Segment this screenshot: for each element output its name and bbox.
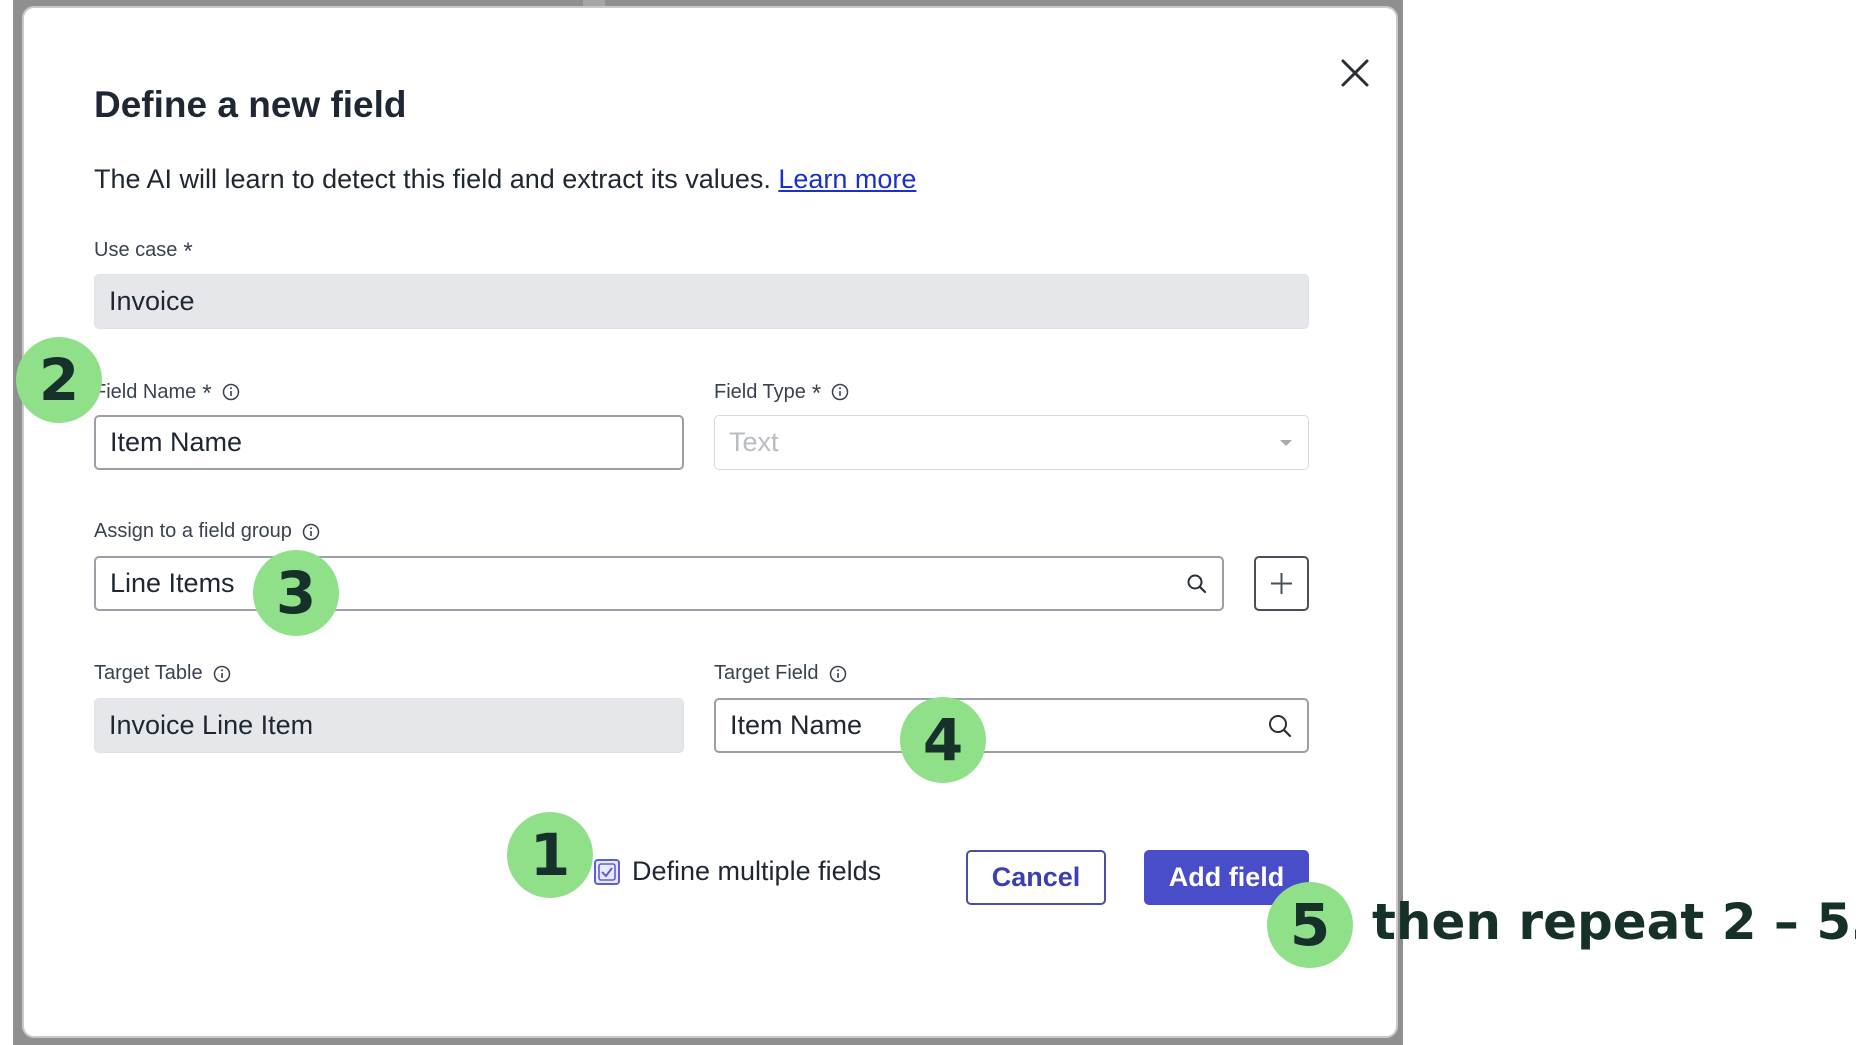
info-icon[interactable] — [302, 523, 320, 541]
modal-description: The AI will learn to detect this field a… — [94, 164, 916, 195]
step-badge-2: 2 — [16, 337, 102, 423]
target-table-label-text: Target Table — [94, 662, 203, 684]
field-type-value: Text — [729, 427, 779, 457]
define-multiple-fields-checkbox[interactable] — [594, 858, 620, 885]
target-table-field: Invoice Line Item — [94, 698, 684, 753]
define-multiple-fields-option[interactable]: Define multiple fields — [594, 856, 881, 887]
required-asterisk: * — [202, 380, 212, 407]
step-badge-3: 3 — [253, 550, 339, 636]
info-icon[interactable] — [213, 665, 231, 683]
cancel-button[interactable]: Cancel — [966, 850, 1106, 905]
use-case-label: Use case * — [94, 236, 193, 264]
info-icon[interactable] — [831, 383, 849, 401]
target-field-search-input[interactable] — [714, 698, 1309, 753]
target-field-label: Target Field — [714, 662, 847, 685]
field-type-select[interactable]: Text — [714, 415, 1309, 470]
target-table-value: Invoice Line Item — [109, 710, 314, 740]
chevron-down-icon — [1280, 439, 1292, 446]
search-icon[interactable] — [1186, 573, 1208, 595]
field-group-label-text: Assign to a field group — [94, 520, 292, 542]
field-type-label-text: Field Type — [714, 380, 806, 403]
field-group-label: Assign to a field group — [94, 520, 320, 543]
target-field-label-text: Target Field — [714, 662, 819, 684]
plus-icon — [1271, 573, 1292, 594]
learn-more-link[interactable]: Learn more — [778, 164, 916, 194]
field-name-text-input[interactable] — [110, 427, 568, 458]
screenshot-stage: Define a new field The AI will learn to … — [0, 0, 1856, 1045]
field-group-text-input[interactable] — [110, 568, 1000, 599]
step-badge-5: 5 — [1267, 882, 1353, 968]
step-badge-1: 1 — [507, 812, 593, 898]
background-divider — [583, 0, 605, 8]
field-name-input[interactable] — [94, 415, 684, 470]
define-field-modal: Define a new field The AI will learn to … — [24, 8, 1396, 1036]
use-case-label-text: Use case — [94, 238, 178, 261]
define-multiple-fields-label: Define multiple fields — [632, 856, 882, 886]
field-name-label-text: Field Name — [94, 380, 197, 403]
add-field-group-button[interactable] — [1254, 556, 1309, 611]
close-icon — [1341, 59, 1369, 87]
required-asterisk: * — [183, 238, 193, 265]
search-icon[interactable] — [1267, 713, 1293, 739]
target-table-label: Target Table — [94, 662, 231, 685]
step-badge-4: 4 — [900, 697, 986, 783]
info-icon[interactable] — [222, 383, 240, 401]
repeat-steps-caption: then repeat 2 – 5… — [1372, 893, 1856, 951]
close-button[interactable] — [1334, 52, 1376, 94]
description-text: The AI will learn to detect this field a… — [94, 164, 771, 194]
use-case-field: Invoice — [94, 274, 1309, 329]
required-asterisk: * — [811, 380, 822, 407]
field-type-label: Field Type * — [714, 378, 849, 406]
use-case-value: Invoice — [109, 286, 195, 316]
checkmark-icon — [598, 862, 616, 881]
modal-title: Define a new field — [94, 84, 407, 125]
info-icon[interactable] — [829, 665, 847, 683]
field-name-label: Field Name * — [94, 378, 240, 406]
